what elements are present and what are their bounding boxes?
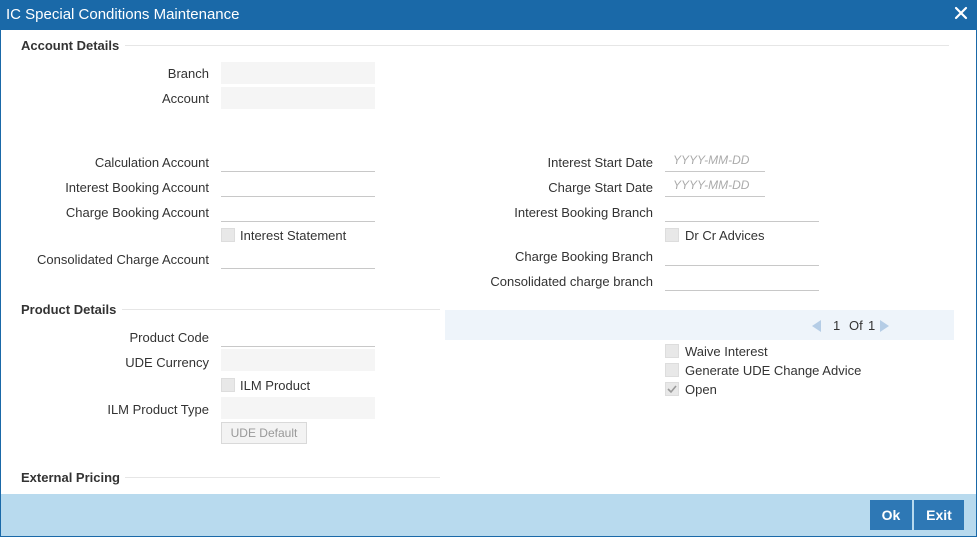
generate-ude-change-advice-checkbox[interactable] <box>665 363 679 377</box>
window-titlebar: IC Special Conditions Maintenance <box>0 0 977 30</box>
interest-booking-branch-label: Interest Booking Branch <box>514 205 653 220</box>
window-title: IC Special Conditions Maintenance <box>6 6 240 23</box>
dr-cr-advices-label: Dr Cr Advices <box>685 228 765 243</box>
page-of-label: Of <box>849 318 863 333</box>
charge-booking-branch-field[interactable] <box>665 244 819 266</box>
consolidated-charge-account-label: Consolidated Charge Account <box>36 252 209 267</box>
open-checkbox[interactable] <box>665 382 679 396</box>
pagination-bar: 1 Of 1 <box>445 310 954 340</box>
consolidated-charge-branch-field[interactable] <box>665 269 819 291</box>
account-details-heading: Account Details <box>21 38 120 53</box>
calculation-account-label: Calculation Account <box>94 155 209 170</box>
total-pages: 1 <box>868 318 876 333</box>
current-page: 1 <box>833 318 841 333</box>
section-divider <box>125 45 949 46</box>
next-page-icon[interactable] <box>880 320 889 332</box>
charge-start-date-label: Charge Start Date <box>548 180 653 195</box>
ilm-product-type-label: ILM Product Type <box>107 402 209 417</box>
account-label: Account <box>162 91 209 106</box>
section-divider <box>122 309 440 310</box>
open-label: Open <box>685 382 717 397</box>
interest-statement-label: Interest Statement <box>240 228 347 243</box>
interest-statement-checkbox[interactable] <box>221 228 235 242</box>
external-pricing-heading: External Pricing <box>21 470 120 485</box>
checkmark-icon <box>667 385 677 394</box>
consolidated-charge-branch-label: Consolidated charge branch <box>490 274 653 289</box>
interest-start-date-label: Interest Start Date <box>547 155 654 170</box>
ilm-product-type-field[interactable] <box>221 397 375 419</box>
exit-button[interactable]: Exit <box>914 500 964 530</box>
interest-booking-account-field[interactable] <box>221 175 375 197</box>
product-code-label: Product Code <box>129 330 210 345</box>
interest-start-date-field[interactable]: YYYY-MM-DD <box>665 150 765 172</box>
branch-label: Branch <box>167 66 209 81</box>
waive-interest-checkbox[interactable] <box>665 344 679 358</box>
dialog-footer: Ok Exit <box>1 494 976 536</box>
waive-interest-label: Waive Interest <box>685 344 768 359</box>
previous-page-icon[interactable] <box>812 320 821 332</box>
charge-booking-account-label: Charge Booking Account <box>65 205 209 220</box>
product-details-heading: Product Details <box>21 302 117 317</box>
ilm-product-label: ILM Product <box>240 378 311 393</box>
charge-booking-branch-label: Charge Booking Branch <box>514 249 653 264</box>
charge-start-date-field[interactable]: YYYY-MM-DD <box>665 175 765 197</box>
ude-currency-label: UDE Currency <box>125 355 209 370</box>
charge-booking-account-field[interactable] <box>221 200 375 222</box>
account-field[interactable] <box>221 87 375 109</box>
interest-booking-branch-field[interactable] <box>665 200 819 222</box>
consolidated-charge-account-field[interactable] <box>221 247 375 269</box>
dr-cr-advices-checkbox[interactable] <box>665 228 679 242</box>
close-icon[interactable] <box>953 5 969 21</box>
ok-button[interactable]: Ok <box>870 500 912 530</box>
ilm-product-checkbox[interactable] <box>221 378 235 392</box>
ude-currency-field[interactable] <box>221 349 375 371</box>
interest-booking-account-label: Interest Booking Account <box>65 180 209 195</box>
ude-default-button[interactable]: UDE Default <box>221 422 307 444</box>
section-divider <box>125 477 440 478</box>
calculation-account-field[interactable] <box>221 150 375 172</box>
branch-field[interactable] <box>221 62 375 84</box>
product-code-field[interactable] <box>221 325 375 347</box>
generate-ude-change-advice-label: Generate UDE Change Advice <box>685 363 862 378</box>
